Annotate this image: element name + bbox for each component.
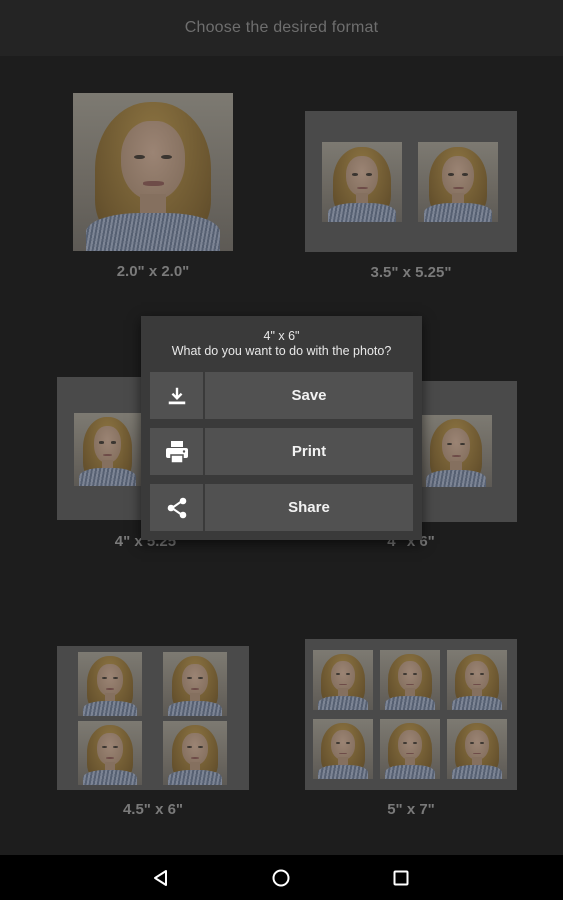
home-icon[interactable]	[268, 865, 294, 891]
photo-thumbnail	[73, 93, 233, 251]
dialog-subtitle: What do you want to do with the photo?	[171, 344, 392, 358]
share-label: Share	[205, 484, 413, 531]
format-label: 4.5" x 6"	[122, 801, 184, 818]
page-title: Choose the desired format	[184, 19, 379, 36]
recents-icon[interactable]	[388, 865, 414, 891]
share-icon	[150, 484, 203, 531]
format-label: 2.0" x 2.0"	[116, 263, 190, 280]
photo-thumbnail	[313, 719, 373, 779]
photo-thumbnail	[313, 650, 373, 710]
dialog-title: 4" x 6"	[263, 329, 300, 343]
photo-thumbnail	[163, 652, 227, 716]
photo-thumbnail	[380, 719, 440, 779]
photo-thumbnail	[163, 721, 227, 785]
share-button[interactable]: Share	[150, 484, 413, 531]
photo-thumbnail	[447, 719, 507, 779]
save-label: Save	[205, 372, 413, 419]
photo-action-dialog: 4" x 6" What do you want to do with the …	[141, 316, 422, 540]
photo-thumbnail	[74, 413, 141, 486]
print-button[interactable]: Print	[150, 428, 413, 475]
screen: Choose the desired format 2.0" x 2.0" 3.…	[0, 0, 563, 900]
photo-thumbnail	[447, 650, 507, 710]
back-icon[interactable]	[148, 865, 174, 891]
printer-icon	[150, 428, 203, 475]
title-bar: Choose the desired format	[0, 0, 563, 56]
format-label: 5" x 7"	[387, 801, 435, 818]
photo-thumbnail	[78, 721, 142, 785]
system-navigation-bar	[0, 855, 563, 900]
print-label: Print	[205, 428, 413, 475]
photo-thumbnail	[418, 142, 498, 222]
photo-thumbnail	[380, 650, 440, 710]
format-label: 3.5" x 5.25"	[370, 264, 452, 281]
photo-thumbnail	[322, 142, 402, 222]
save-button[interactable]: Save	[150, 372, 413, 419]
photo-thumbnail	[420, 415, 492, 487]
download-icon	[150, 372, 203, 419]
photo-thumbnail	[78, 652, 142, 716]
